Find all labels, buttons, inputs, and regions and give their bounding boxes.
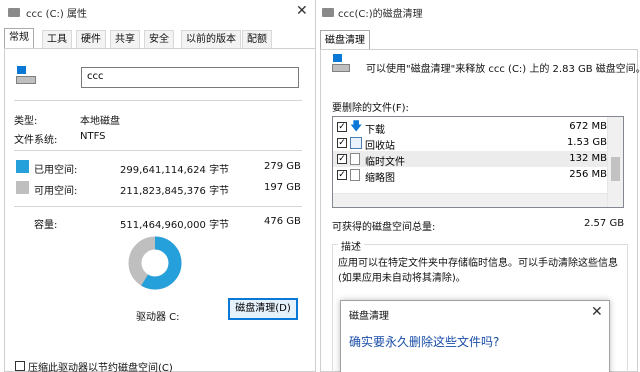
list-item[interactable]: ✓ 临时文件 132 MB [333,151,607,168]
tab-quota[interactable]: 配额 [242,30,272,48]
window-title: ccc(C:)的磁盘清理 [338,9,423,20]
total-gain-label: 可获得的磁盘空间总量: [332,222,436,233]
tab-sharing[interactable]: 共享 [110,30,140,48]
title-bar[interactable]: ccc(C:)的磁盘清理 [316,0,640,24]
free-space-bytes: 211,823,845,376 字节 [120,186,230,197]
total-gain-value: 2.57 GB [584,218,625,229]
used-space-gb: 279 GB [264,161,301,172]
compress-label: 压缩此驱动器以节约磁盘空间(C) [28,363,173,372]
drive-icon [332,54,354,74]
recycle-bin-icon [350,137,362,149]
file-icon [350,153,360,165]
filesystem-label: 文件系统: [14,135,58,146]
file-checkbox[interactable]: ✓ [337,122,347,132]
drive-icon [16,66,42,86]
tab-general[interactable]: 常规 [4,28,34,49]
tab-previous-versions[interactable]: 以前的版本 [181,30,241,48]
cleanup-intro: 可以使用"磁盘清理"来释放 ccc (C:) 上的 2.83 GB 磁盘空间。 [366,64,640,75]
scroll-thumb[interactable] [611,157,620,181]
files-to-delete-label: 要删除的文件(F): [332,103,409,114]
file-size: 672 MB [569,121,607,132]
title-bar[interactable]: ccc (C:) 属性 ✕ [0,0,315,24]
used-space-swatch [16,160,29,173]
free-space-swatch [16,181,29,194]
file-name: 缩略图 [365,173,395,184]
tab-tools[interactable]: 工具 [42,30,72,48]
dialog-title: 磁盘清理 [349,311,389,322]
capacity-gb: 476 GB [264,216,301,227]
divider [14,150,302,151]
tab-hardware[interactable]: 硬件 [76,30,106,48]
close-icon[interactable]: ✕ [591,305,603,319]
properties-window: ccc (C:) 属性 ✕ 常规 工具 硬件 共享 安全 以前的版本 配额 cc… [0,0,316,372]
file-icon [350,169,360,181]
free-space-label: 可用空间: [34,186,78,197]
list-item[interactable]: ✓ 回收站 1.53 GB [333,135,607,152]
file-size: 132 MB [569,153,607,164]
drive-letter-label: 驱动器 C: [136,312,180,323]
file-name: 回收站 [365,141,395,152]
used-space-label: 已用空间: [34,165,78,176]
used-space-bytes: 299,641,114,624 字节 [120,165,230,176]
close-icon[interactable]: ✕ [296,4,308,18]
description-text: 应用可以在特定文件夹中存储临时信息。可以手动清除这些信息(如果应用未自动将其清除… [338,258,618,284]
description-title: 描述 [338,238,364,253]
vertical-scrollbar[interactable] [607,117,623,207]
filesystem-value: NTFS [80,131,106,142]
general-tab-panel [4,48,315,372]
divider [14,100,302,101]
horizontal-scrollbar[interactable] [333,193,607,207]
type-value: 本地磁盘 [80,116,120,127]
divider [14,206,302,207]
window-icon [322,8,334,17]
file-name: 临时文件 [365,157,405,168]
download-arrow-icon: 🡇 [350,119,363,133]
list-item[interactable]: ✓ 缩略图 256 MB [333,167,607,184]
file-name: 下载 [365,125,385,136]
usage-donut-chart [128,236,182,290]
window-title: ccc (C:) 属性 [26,9,88,20]
files-list[interactable]: ✓ 🡇 下载 672 MB ✓ 回收站 1.53 GB ✓ 临时文件 132 M… [332,116,624,208]
capacity-label: 容量: [34,220,58,231]
dialog-question: 确实要永久删除这些文件吗? [349,335,500,349]
confirm-dialog: 磁盘清理 ✕ 确实要永久删除这些文件吗? [340,300,610,372]
disk-cleanup-button[interactable]: 磁盘清理(D) [228,298,298,320]
file-size: 1.53 GB [566,137,607,148]
volume-name-input[interactable]: ccc [81,67,299,88]
free-space-gb: 197 GB [264,182,301,193]
file-checkbox[interactable]: ✓ [337,170,347,180]
compress-checkbox[interactable] [15,361,25,371]
list-item[interactable]: ✓ 🡇 下载 672 MB [333,119,607,136]
window-icon [8,8,20,17]
file-size: 256 MB [569,169,607,180]
file-checkbox[interactable]: ✓ [337,154,347,164]
file-checkbox[interactable]: ✓ [337,138,347,148]
type-label: 类型: [14,116,38,127]
tab-disk-cleanup[interactable]: 磁盘清理 [320,30,370,50]
tab-security[interactable]: 安全 [144,30,174,48]
capacity-bytes: 511,464,960,000 字节 [120,220,230,231]
